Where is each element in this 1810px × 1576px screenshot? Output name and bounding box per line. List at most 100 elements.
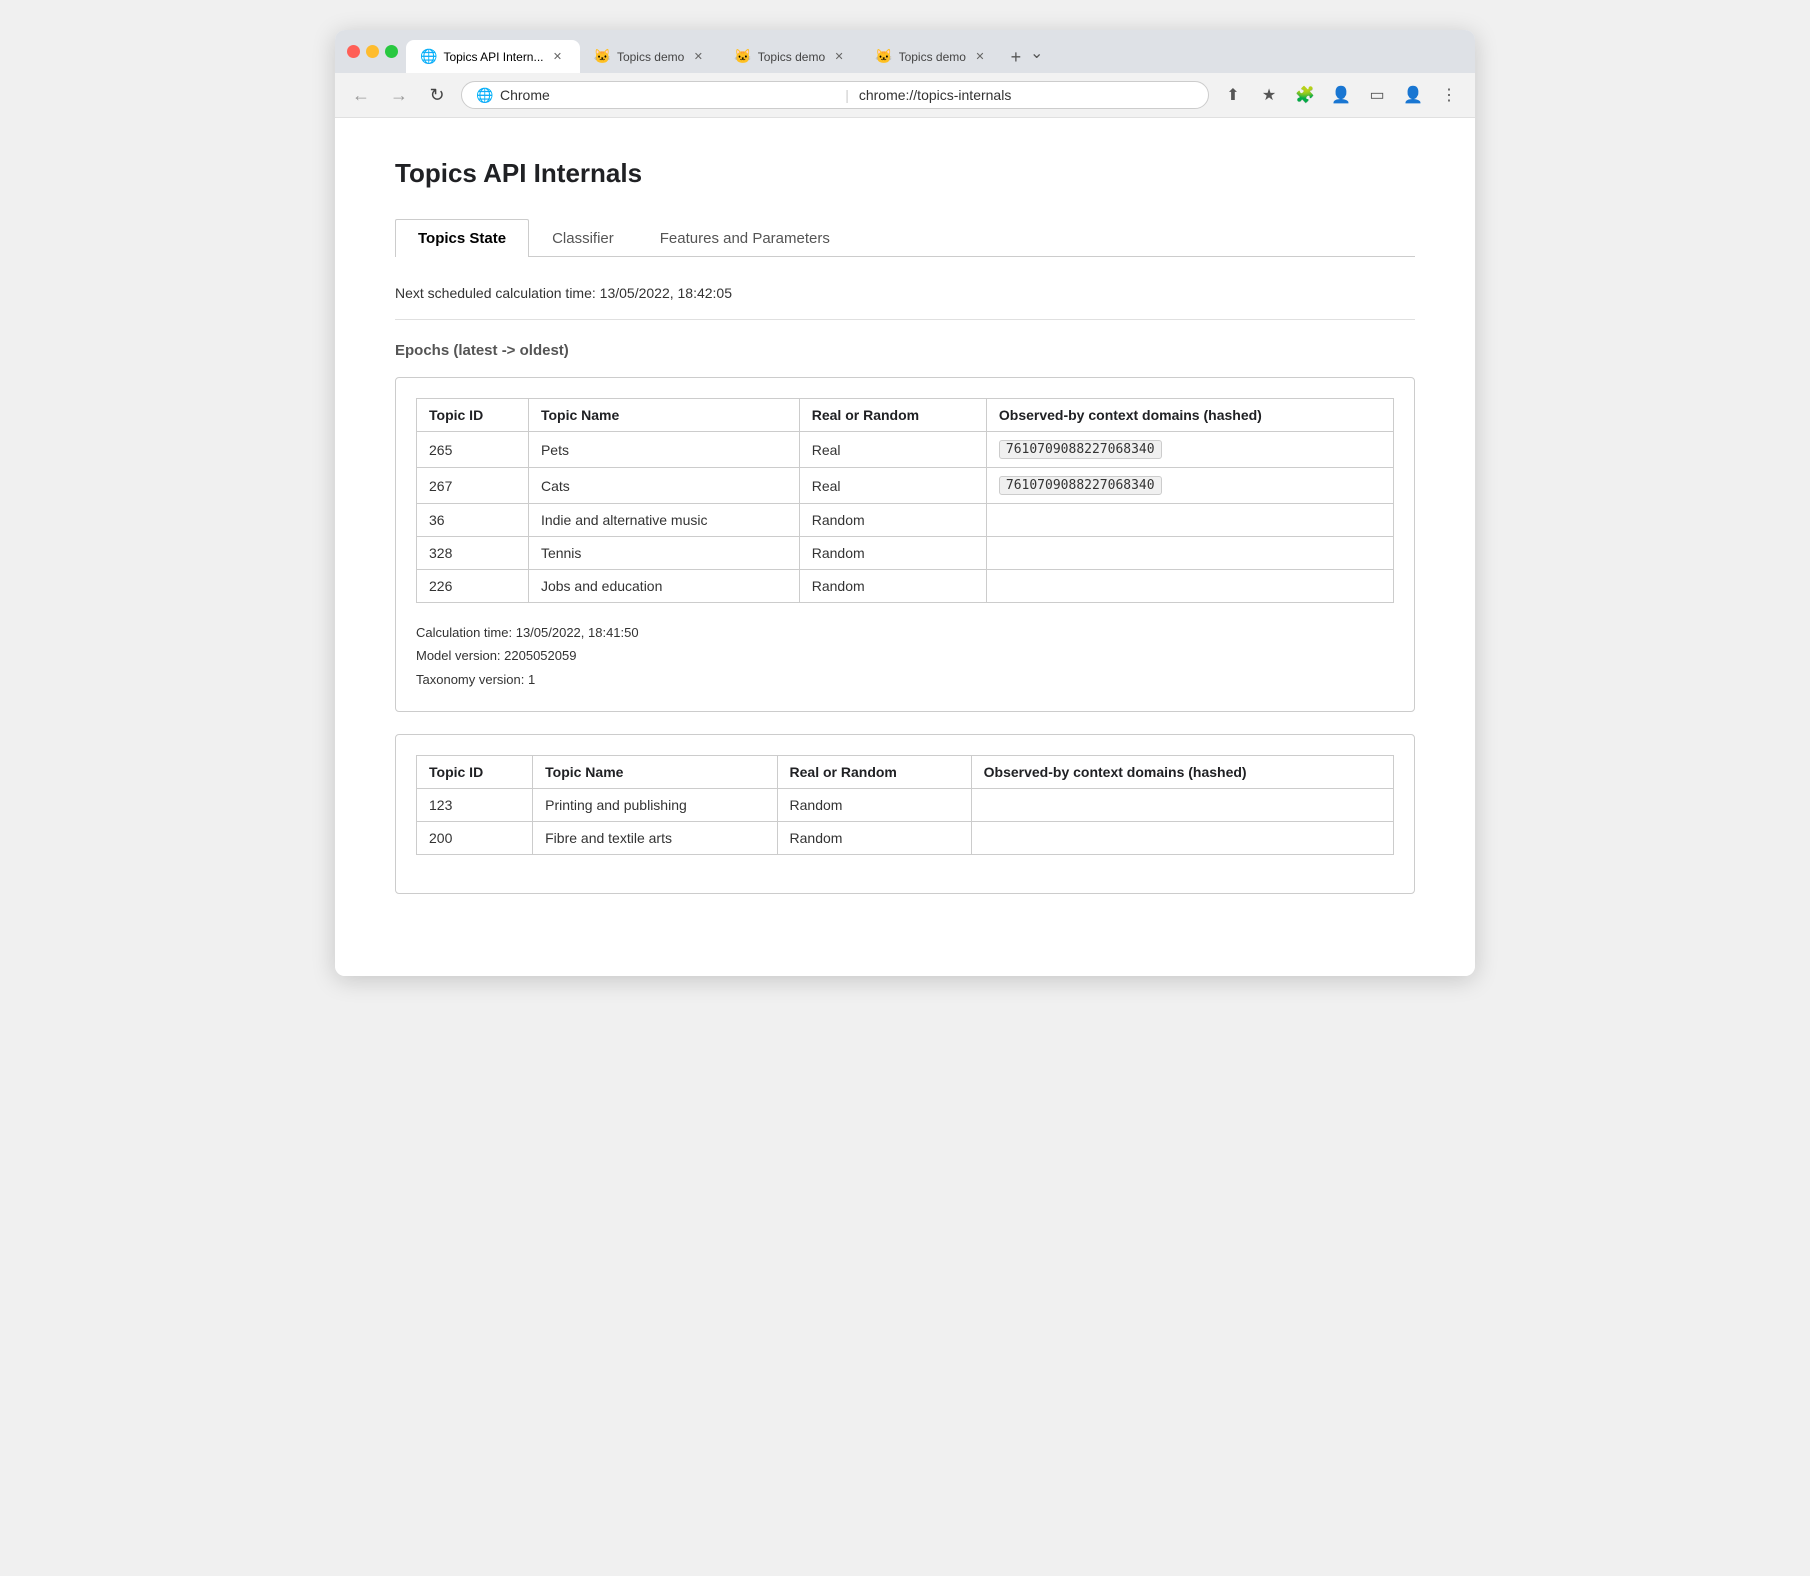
table-row: 200 Fibre and textile arts Random bbox=[417, 822, 1394, 855]
browser-tab-2[interactable]: 🐱 Topics demo ✕ bbox=[580, 40, 721, 73]
tab-features-params[interactable]: Features and Parameters bbox=[637, 219, 853, 257]
tab-classifier[interactable]: Classifier bbox=[529, 219, 637, 257]
page-content: Topics API Internals Topics State Classi… bbox=[335, 118, 1475, 976]
cell-real-random: Random bbox=[777, 789, 971, 822]
traffic-lights bbox=[347, 45, 398, 68]
tab-3-icon: 🐱 bbox=[734, 48, 751, 65]
maximize-button[interactable] bbox=[385, 45, 398, 58]
table-row: 226 Jobs and education Random bbox=[417, 570, 1394, 603]
tab-topics-state[interactable]: Topics State bbox=[395, 219, 529, 257]
section-divider bbox=[395, 319, 1415, 320]
table-row: 265 Pets Real 7610709088227068340 bbox=[417, 432, 1394, 468]
tab-list-chevron[interactable]: ⌄ bbox=[1030, 43, 1043, 73]
epoch-box-2: Topic ID Topic Name Real or Random Obser… bbox=[395, 734, 1415, 894]
close-button[interactable] bbox=[347, 45, 360, 58]
col-header-real-random: Real or Random bbox=[777, 756, 971, 789]
cell-topic-name: Jobs and education bbox=[528, 570, 799, 603]
sidebar-icon[interactable]: ▭ bbox=[1363, 81, 1391, 109]
hash-value: 7610709088227068340 bbox=[999, 440, 1162, 459]
tab-2-title: Topics demo bbox=[617, 50, 684, 64]
epoch-1-meta: Calculation time: 13/05/2022, 18:41:50 M… bbox=[416, 621, 1394, 691]
forward-button[interactable]: → bbox=[385, 81, 413, 109]
account-icon[interactable]: 👤 bbox=[1399, 81, 1427, 109]
tab-4-icon: 🐱 bbox=[875, 48, 892, 65]
cell-real-random: Real bbox=[799, 432, 986, 468]
address-site-label: Chrome bbox=[500, 87, 835, 103]
tab-4-close[interactable]: ✕ bbox=[972, 49, 988, 65]
cell-hash bbox=[971, 789, 1393, 822]
col-header-topic-name: Topic Name bbox=[528, 399, 799, 432]
cell-real-random: Random bbox=[799, 504, 986, 537]
cell-real-random: Real bbox=[799, 468, 986, 504]
tab-1-icon: 🌐 bbox=[420, 48, 437, 65]
tab-3-close[interactable]: ✕ bbox=[831, 49, 847, 65]
tab-2-close[interactable]: ✕ bbox=[690, 49, 706, 65]
cell-hash bbox=[986, 504, 1393, 537]
cell-real-random: Random bbox=[799, 537, 986, 570]
browser-tab-4[interactable]: 🐱 Topics demo ✕ bbox=[861, 40, 1002, 73]
col-header-observed-domains: Observed-by context domains (hashed) bbox=[986, 399, 1393, 432]
cell-topic-id: 267 bbox=[417, 468, 529, 504]
col-header-topic-id: Topic ID bbox=[417, 399, 529, 432]
profile-icon[interactable]: 👤 bbox=[1327, 81, 1355, 109]
tab-4-title: Topics demo bbox=[899, 50, 966, 64]
table-row: 267 Cats Real 7610709088227068340 bbox=[417, 468, 1394, 504]
table-header-row: Topic ID Topic Name Real or Random Obser… bbox=[417, 399, 1394, 432]
cell-hash bbox=[971, 822, 1393, 855]
cell-topic-name: Fibre and textile arts bbox=[533, 822, 777, 855]
tab-1-close[interactable]: ✕ bbox=[550, 49, 566, 65]
address-url: chrome://topics-internals bbox=[859, 87, 1194, 103]
cell-topic-id: 200 bbox=[417, 822, 533, 855]
address-bar[interactable]: 🌐 Chrome | chrome://topics-internals bbox=[461, 81, 1209, 109]
share-icon[interactable]: ⬆ bbox=[1219, 81, 1247, 109]
epoch-box-1: Topic ID Topic Name Real or Random Obser… bbox=[395, 377, 1415, 712]
col-header-real-random: Real or Random bbox=[799, 399, 986, 432]
minimize-button[interactable] bbox=[366, 45, 379, 58]
tab-1-title: Topics API Intern... bbox=[443, 50, 543, 64]
table-header-row: Topic ID Topic Name Real or Random Obser… bbox=[417, 756, 1394, 789]
browser-tab-3[interactable]: 🐱 Topics demo ✕ bbox=[720, 40, 861, 73]
cell-topic-id: 265 bbox=[417, 432, 529, 468]
toolbar: ← → ↻ 🌐 Chrome | chrome://topics-interna… bbox=[335, 73, 1475, 118]
site-icon: 🌐 bbox=[476, 87, 492, 103]
col-header-observed-domains: Observed-by context domains (hashed) bbox=[971, 756, 1393, 789]
bookmark-icon[interactable]: ★ bbox=[1255, 81, 1283, 109]
cell-topic-id: 328 bbox=[417, 537, 529, 570]
tab-3-title: Topics demo bbox=[758, 50, 825, 64]
cell-topic-name: Cats bbox=[528, 468, 799, 504]
table-row: 123 Printing and publishing Random bbox=[417, 789, 1394, 822]
cell-topic-name: Printing and publishing bbox=[533, 789, 777, 822]
epoch-1-taxonomy-version: Taxonomy version: 1 bbox=[416, 668, 1394, 691]
cell-topic-name: Pets bbox=[528, 432, 799, 468]
tabs-bar: 🌐 Topics API Intern... ✕ 🐱 Topics demo ✕… bbox=[406, 40, 1463, 73]
new-tab-button[interactable]: + bbox=[1002, 43, 1030, 71]
tab-2-icon: 🐱 bbox=[594, 48, 611, 65]
cell-real-random: Random bbox=[799, 570, 986, 603]
cell-topic-name: Tennis bbox=[528, 537, 799, 570]
extensions-icon[interactable]: 🧩 bbox=[1291, 81, 1319, 109]
title-bar: 🌐 Topics API Intern... ✕ 🐱 Topics demo ✕… bbox=[335, 30, 1475, 73]
browser-tab-1[interactable]: 🌐 Topics API Intern... ✕ bbox=[406, 40, 580, 73]
cell-topic-name: Indie and alternative music bbox=[528, 504, 799, 537]
reload-button[interactable]: ↻ bbox=[423, 81, 451, 109]
table-row: 36 Indie and alternative music Random bbox=[417, 504, 1394, 537]
page-title: Topics API Internals bbox=[395, 158, 1415, 189]
hash-value: 7610709088227068340 bbox=[999, 476, 1162, 495]
back-button[interactable]: ← bbox=[347, 81, 375, 109]
epochs-heading: Epochs (latest -> oldest) bbox=[395, 342, 1415, 359]
cell-hash bbox=[986, 537, 1393, 570]
cell-topic-id: 226 bbox=[417, 570, 529, 603]
col-header-topic-name: Topic Name bbox=[533, 756, 777, 789]
cell-hash bbox=[986, 570, 1393, 603]
cell-real-random: Random bbox=[777, 822, 971, 855]
browser-window: 🌐 Topics API Intern... ✕ 🐱 Topics demo ✕… bbox=[335, 30, 1475, 976]
menu-icon[interactable]: ⋮ bbox=[1435, 81, 1463, 109]
epoch-1-table: Topic ID Topic Name Real or Random Obser… bbox=[416, 398, 1394, 603]
table-row: 328 Tennis Random bbox=[417, 537, 1394, 570]
cell-topic-id: 123 bbox=[417, 789, 533, 822]
cell-hash: 7610709088227068340 bbox=[986, 432, 1393, 468]
epoch-2-table: Topic ID Topic Name Real or Random Obser… bbox=[416, 755, 1394, 855]
epoch-1-model-version: Model version: 2205052059 bbox=[416, 644, 1394, 667]
cell-topic-id: 36 bbox=[417, 504, 529, 537]
nav-tabs: Topics State Classifier Features and Par… bbox=[395, 219, 1415, 257]
